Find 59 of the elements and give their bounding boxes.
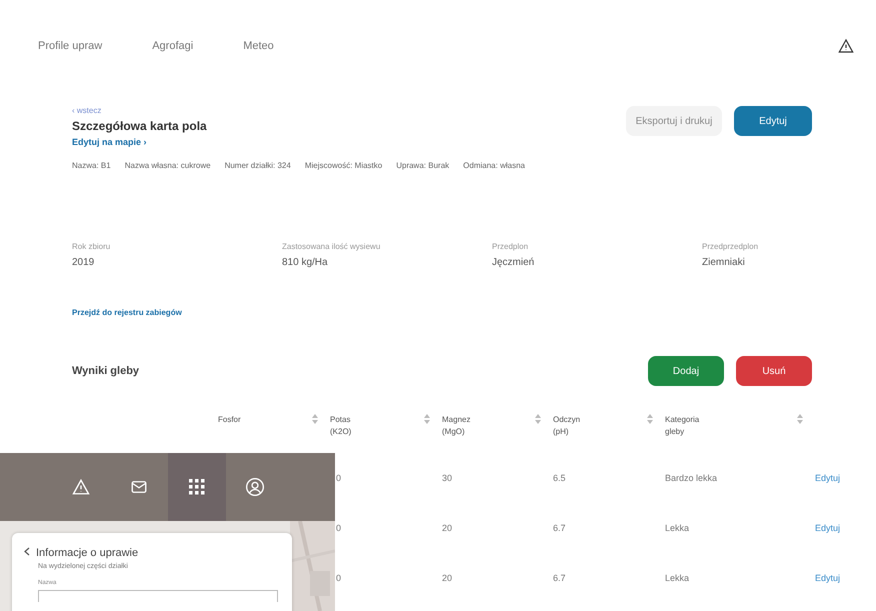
column-header: Odczyn (pH) (553, 414, 580, 438)
edit-button[interactable]: Edytuj (734, 106, 812, 136)
edit-link[interactable]: Edytuj (815, 473, 855, 523)
grid-icon (188, 478, 206, 496)
column-header: Fosfor (218, 414, 241, 426)
detail-value: Ziemniaki (702, 257, 746, 268)
field-attribute: Odmiana: własna (463, 161, 525, 170)
detail-label: Przedprzedplon (702, 242, 760, 251)
add-button[interactable]: Dodaj (648, 356, 724, 386)
column-header: Potas (K2O) (330, 414, 352, 438)
nav-tab[interactable]: Profile upraw (38, 40, 102, 52)
back-chevron-icon (24, 547, 30, 556)
page-title: Szczegółowa karta pola (72, 119, 207, 133)
detail-label: Przedplon (492, 242, 530, 251)
detail-label: Zastosowana ilość wysiewu (282, 242, 382, 251)
nav-tab[interactable]: Meteo (243, 40, 274, 52)
table-cell-text: Lekka (665, 523, 690, 535)
section-title: Wyniki gleby (72, 365, 140, 377)
field-attribute: Numer działki: 324 (224, 161, 291, 170)
nav-tab[interactable]: Agrofagi (152, 40, 194, 52)
table-cell-text: 6.7 (553, 523, 567, 535)
table-cell-text: 0 (335, 523, 342, 535)
sort-icon[interactable] (535, 414, 541, 424)
table-cell-text: 6.7 (553, 573, 567, 585)
sort-icon[interactable] (312, 414, 318, 424)
sort-icon[interactable] (647, 414, 653, 424)
delete-button[interactable]: Usuń (736, 356, 812, 386)
card-title[interactable]: Informacje o uprawie (24, 547, 280, 559)
table-cell-text: 0 (335, 473, 342, 485)
sort-icon[interactable] (424, 414, 430, 424)
edit-link[interactable]: Edytuj (815, 573, 855, 611)
warning-icon (838, 38, 854, 54)
apps-button[interactable] (168, 453, 226, 521)
table-cell-text: 0 (335, 573, 342, 585)
table-cell-text: Bardzo lekka (665, 473, 718, 485)
table-cell-text: 20 (442, 523, 454, 535)
detail-value: Jęczmień (492, 257, 536, 268)
column-header: Kategoria gleby (665, 414, 700, 438)
table-cell-text: 30 (442, 473, 454, 485)
field-attribute: Nazwa: B1 (72, 161, 111, 170)
field-attribute: Miejscowość: Miastko (304, 161, 382, 170)
edit-map-link[interactable]: Edytuj na mapie › (72, 137, 207, 147)
user-icon (245, 477, 265, 497)
edit-link[interactable]: Edytuj (815, 523, 855, 573)
detail-value: 2019 (72, 257, 96, 268)
table-cell-text: 20 (442, 573, 454, 585)
register-link[interactable]: Przejdź do rejestru zabiegów (72, 308, 182, 317)
field-attribute: Uprawa: Burak (396, 161, 450, 170)
field-attribute: Nazwa własna: cukrowe (124, 161, 211, 170)
column-header: Magnez (MgO) (442, 414, 470, 438)
table-cell-text: Lekka (665, 573, 690, 585)
mail-icon (130, 478, 148, 496)
detail-value: 810 kg/Ha (282, 257, 329, 268)
back-link[interactable]: ‹ wstecz (72, 106, 207, 115)
sort-icon[interactable] (797, 414, 803, 424)
table-cell-text: 6.5 (553, 473, 567, 485)
warning-icon (72, 478, 90, 496)
detail-label: Rok zbioru (72, 242, 112, 251)
name-field[interactable] (38, 590, 278, 602)
